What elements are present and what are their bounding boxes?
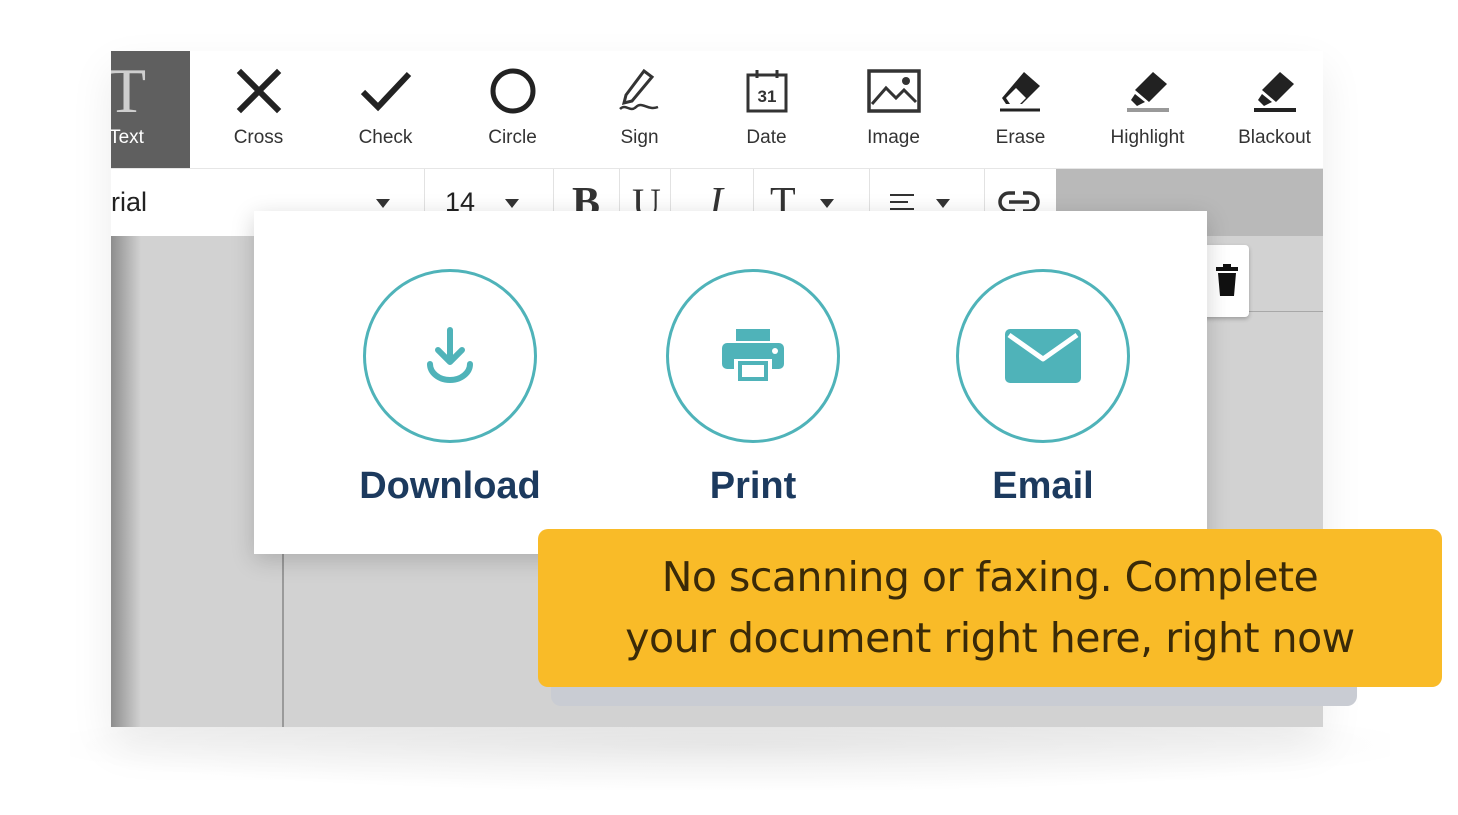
print-action[interactable]: Print	[633, 269, 873, 508]
email-action[interactable]: Email	[923, 269, 1163, 508]
download-icon	[427, 327, 473, 383]
chevron-down-icon	[820, 199, 834, 208]
page-edge	[282, 551, 284, 727]
chevron-down-icon	[505, 199, 519, 208]
toolbar: T Text Cross Check Circle Sign 31 Date I…	[111, 51, 1323, 169]
promo-callout: No scanning or faxing. Complete your doc…	[538, 529, 1442, 687]
email-label: Email	[992, 465, 1094, 507]
envelope-icon	[1005, 329, 1081, 383]
check-icon	[359, 65, 413, 117]
tool-label: Cross	[233, 127, 284, 148]
canvas-edge-shade	[111, 236, 141, 727]
tool-sign[interactable]: Sign	[576, 51, 703, 168]
tool-date[interactable]: 31 Date	[703, 51, 830, 168]
cross-icon	[236, 65, 282, 117]
circle-icon	[489, 65, 537, 117]
printer-icon	[722, 329, 784, 383]
trash-icon	[1216, 264, 1238, 296]
calendar-icon: 31	[745, 65, 789, 117]
tool-image[interactable]: Image	[830, 51, 957, 168]
chevron-down-icon	[376, 199, 390, 208]
font-family-value: Arial	[111, 187, 148, 217]
highlighter-icon	[1123, 65, 1173, 117]
tool-cross[interactable]: Cross	[195, 51, 322, 168]
tool-erase[interactable]: Erase	[957, 51, 1084, 168]
download-action[interactable]: Download	[330, 269, 570, 508]
tool-text[interactable]: T Text	[111, 51, 190, 168]
tool-label: Highlight	[1110, 127, 1185, 148]
image-icon	[866, 65, 922, 117]
tool-label: Date	[746, 127, 787, 148]
sign-icon	[614, 65, 666, 117]
print-label: Print	[709, 465, 797, 507]
download-label: Download	[359, 465, 541, 507]
tool-label: Erase	[995, 127, 1046, 148]
download-button[interactable]	[363, 269, 537, 443]
tool-highlight[interactable]: Highlight	[1084, 51, 1211, 168]
text-icon: T	[111, 55, 147, 126]
calendar-date-number: 31	[757, 87, 776, 106]
email-button[interactable]	[956, 269, 1130, 443]
callout-text: No scanning or faxing. Complete your doc…	[580, 547, 1400, 669]
tool-blackout[interactable]: Blackout	[1211, 51, 1323, 168]
tool-label: Blackout	[1238, 127, 1311, 148]
tool-circle[interactable]: Circle	[449, 51, 576, 168]
page-divider	[1249, 311, 1323, 312]
tool-label: Image	[867, 127, 920, 148]
eraser-icon	[996, 65, 1046, 117]
share-dialog: Download Print Email	[254, 211, 1207, 554]
chevron-down-icon	[936, 199, 950, 208]
tool-check[interactable]: Check	[322, 51, 449, 168]
tool-label: Sign	[620, 127, 659, 148]
callout-line-1: No scanning or faxing. Complete	[661, 553, 1319, 601]
print-button[interactable]	[666, 269, 840, 443]
tool-label: Circle	[488, 127, 537, 148]
tool-label: Text	[111, 127, 144, 148]
callout-line-2: your document right here, right now	[625, 614, 1355, 662]
blackout-marker-icon	[1250, 65, 1300, 117]
tool-label: Check	[358, 127, 413, 148]
